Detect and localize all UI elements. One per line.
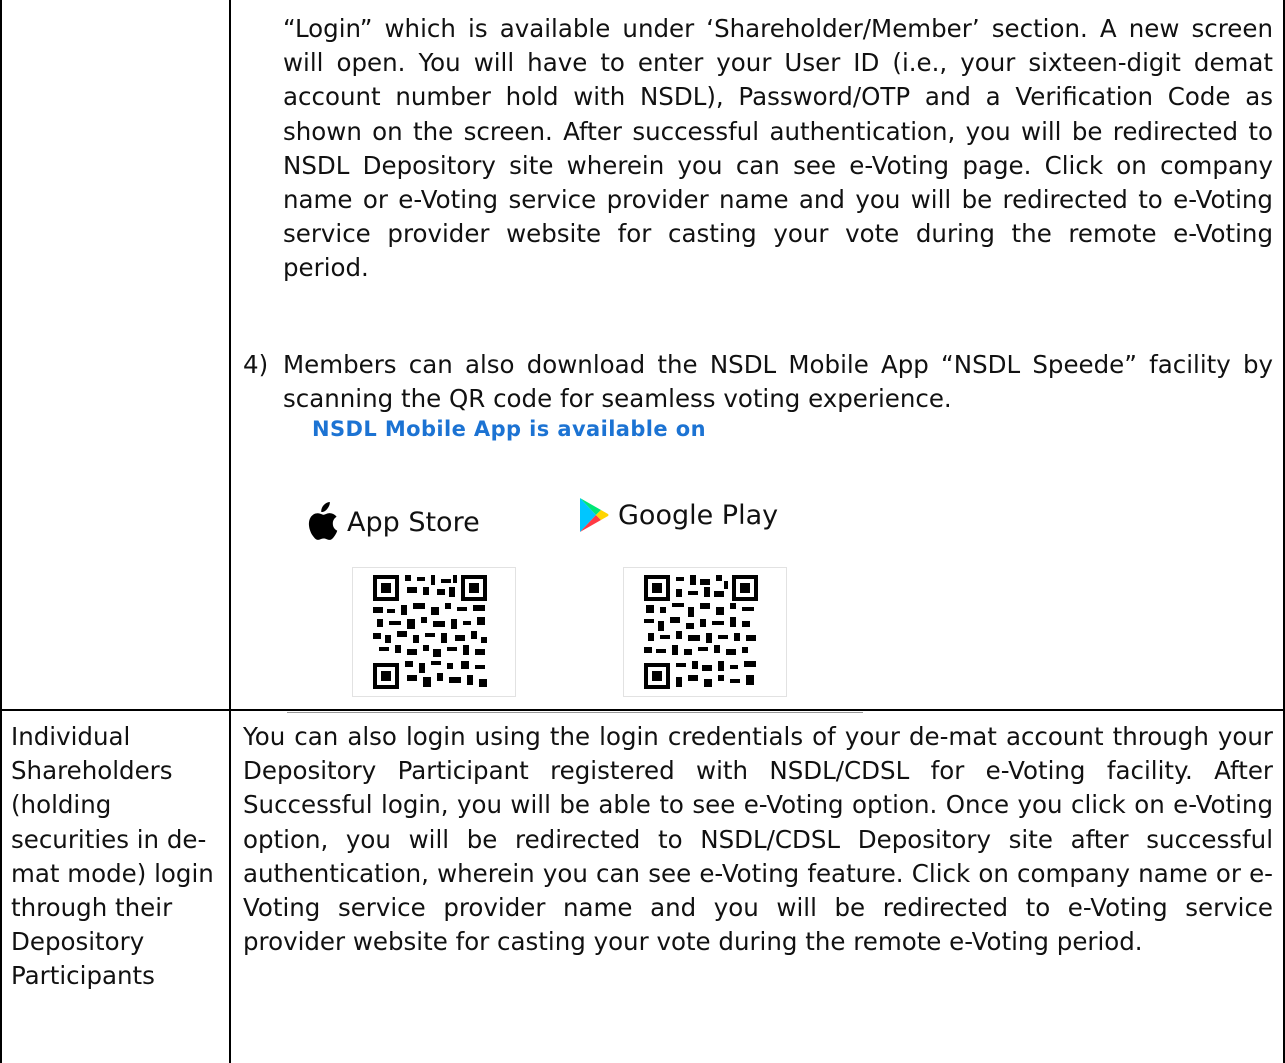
- google-play-badge[interactable]: Google Play: [578, 497, 778, 533]
- list-item-mobile-app-text: Members can also download the NSDL Mobil…: [283, 350, 1273, 414]
- table-border-left: [0, 0, 2, 1063]
- app-store-label: App Store: [347, 506, 480, 538]
- document-page: “Login” which is available under ‘Shareh…: [0, 0, 1285, 1063]
- mobile-app-heading: NSDL Mobile App is available on: [312, 417, 706, 441]
- google-play-label: Google Play: [618, 499, 779, 531]
- google-play-qr-code: [623, 567, 787, 697]
- continued-login-paragraph: “Login” which is available under ‘Shareh…: [283, 14, 1273, 283]
- table-row-divider: [0, 709, 1285, 711]
- google-play-icon: [580, 498, 609, 532]
- image-bottom-edge: [287, 712, 863, 713]
- depository-login-paragraph: You can also login using the login crede…: [243, 722, 1273, 957]
- app-store-badge[interactable]: App Store: [303, 502, 480, 542]
- app-store-qr-code: [352, 567, 516, 697]
- row-label-depository-participants: Individual Shareholders (holding securit…: [11, 722, 214, 991]
- table-column-divider: [229, 0, 231, 1063]
- list-item-number: 4): [243, 350, 269, 379]
- apple-icon: [308, 502, 338, 540]
